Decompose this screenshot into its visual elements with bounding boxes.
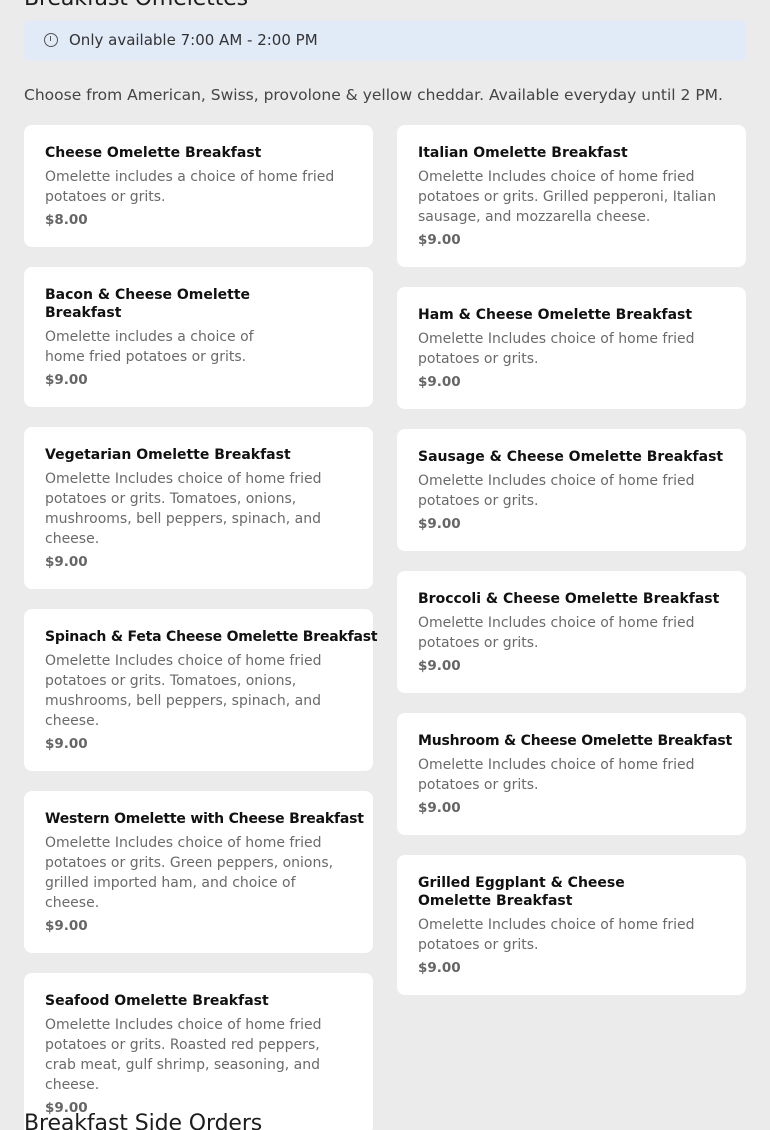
item-name: Spinach & Feta Cheese Omelette Breakfast bbox=[45, 629, 378, 645]
menu-item-card[interactable]: Spinach & Feta Cheese Omelette Breakfast… bbox=[24, 609, 378, 771]
item-price: $9.00 bbox=[45, 372, 88, 388]
item-description: Omelette Includes choice of home fried p… bbox=[418, 331, 695, 367]
item-description: Omelette includes a choice of home fried… bbox=[45, 169, 335, 205]
item-price: $9.00 bbox=[418, 960, 461, 976]
menu-item-card[interactable]: Broccoli & Cheese Omelette Breakfast Ome… bbox=[397, 571, 746, 693]
item-price: $9.00 bbox=[418, 516, 461, 532]
section-description: Choose from American, Swiss, provolone &… bbox=[24, 86, 723, 104]
item-price: $9.00 bbox=[45, 554, 88, 570]
menu-item-card[interactable]: Cheese Omelette Breakfast Omelette inclu… bbox=[24, 125, 373, 247]
item-price: $9.00 bbox=[418, 374, 461, 390]
item-description: Omelette Includes choice of home fried p… bbox=[418, 473, 695, 509]
item-price: $9.00 bbox=[418, 800, 461, 816]
menu-item-card[interactable]: Bacon & Cheese Omelette Breakfast Omelet… bbox=[24, 267, 373, 407]
next-section-title: Breakfast Side Orders bbox=[24, 1111, 263, 1130]
item-price: $9.00 bbox=[45, 918, 88, 934]
menu-item-card[interactable]: Grilled Eggplant & Cheese Omelette Break… bbox=[397, 855, 746, 995]
menu-item-card[interactable]: Ham & Cheese Omelette Breakfast Omelette… bbox=[397, 287, 746, 409]
item-description: Omelette Includes choice of home fried p… bbox=[45, 835, 334, 911]
item-price: $9.00 bbox=[45, 736, 88, 752]
availability-text: Only available 7:00 AM - 2:00 PM bbox=[69, 31, 318, 49]
item-description: Omelette Includes choice of home fried p… bbox=[418, 757, 695, 793]
item-description: Omelette includes a choice of home fried… bbox=[45, 329, 254, 365]
item-description: Omelette Includes choice of home fried p… bbox=[418, 169, 717, 225]
item-name: Seafood Omelette Breakfast bbox=[45, 993, 269, 1009]
item-name: Ham & Cheese Omelette Breakfast bbox=[418, 307, 693, 323]
menu-item-card[interactable]: Western Omelette with Cheese Breakfast O… bbox=[24, 791, 373, 953]
menu-item-card[interactable]: Vegetarian Omelette Breakfast Omelette I… bbox=[24, 427, 373, 589]
item-name: Sausage & Cheese Omelette Breakfast bbox=[418, 449, 724, 465]
item-name: Grilled Eggplant & Cheese Omelette Break… bbox=[418, 875, 625, 909]
menu-item-card[interactable]: Mushroom & Cheese Omelette Breakfast Ome… bbox=[397, 713, 746, 835]
menu-item-card[interactable]: Seafood Omelette Breakfast Omelette Incl… bbox=[24, 973, 373, 1130]
item-name: Bacon & Cheese Omelette Breakfast bbox=[45, 287, 251, 321]
item-price: $8.00 bbox=[45, 212, 88, 228]
item-description: Omelette Includes choice of home fried p… bbox=[418, 615, 695, 651]
item-name: Mushroom & Cheese Omelette Breakfast bbox=[418, 733, 733, 749]
menu-item-card[interactable]: Sausage & Cheese Omelette Breakfast Omel… bbox=[397, 429, 746, 551]
clock-icon bbox=[44, 33, 58, 47]
item-name: Western Omelette with Cheese Breakfast bbox=[45, 811, 364, 827]
availability-banner: Only available 7:00 AM - 2:00 PM bbox=[24, 20, 746, 60]
item-description: Omelette Includes choice of home fried p… bbox=[45, 471, 322, 547]
menu-column-right: Italian Omelette Breakfast Omelette Incl… bbox=[397, 125, 746, 995]
item-description: Omelette Includes choice of home fried p… bbox=[45, 1017, 322, 1093]
item-description: Omelette Includes choice of home fried p… bbox=[45, 653, 322, 729]
menu-item-card[interactable]: Italian Omelette Breakfast Omelette Incl… bbox=[397, 125, 746, 267]
section-title: Breakfast Omelettes bbox=[24, 0, 248, 11]
item-price: $9.00 bbox=[418, 232, 461, 248]
item-description: Omelette Includes choice of home fried p… bbox=[418, 917, 695, 953]
menu-column-left: Cheese Omelette Breakfast Omelette inclu… bbox=[24, 125, 378, 1130]
item-name: Italian Omelette Breakfast bbox=[418, 145, 628, 161]
menu-page: Breakfast Omelettes Only available 7:00 … bbox=[0, 0, 770, 1130]
item-name: Vegetarian Omelette Breakfast bbox=[45, 447, 291, 463]
item-name: Cheese Omelette Breakfast bbox=[45, 145, 262, 161]
item-name: Broccoli & Cheese Omelette Breakfast bbox=[418, 591, 720, 607]
item-price: $9.00 bbox=[418, 658, 461, 674]
